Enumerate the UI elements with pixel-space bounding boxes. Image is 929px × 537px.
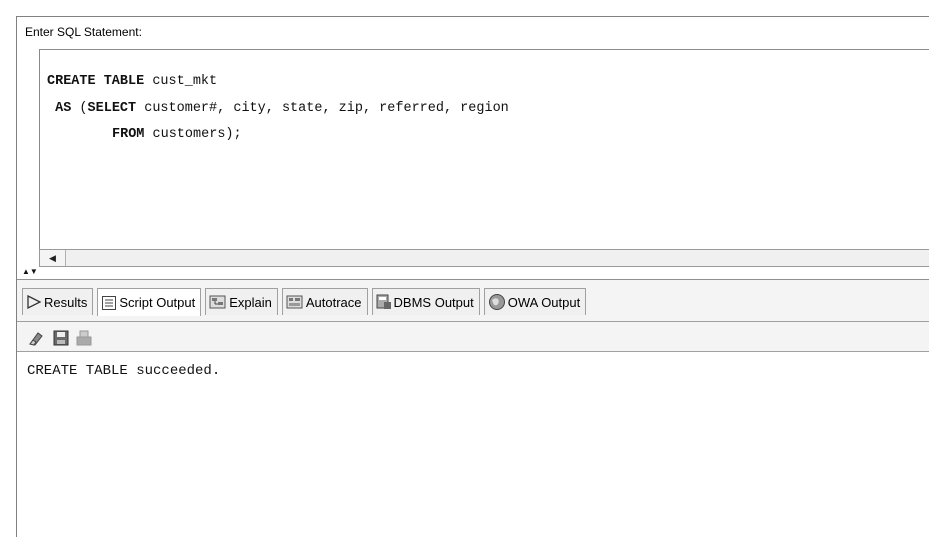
code-line-3: FROM customers); bbox=[112, 127, 242, 142]
code-text: customer#, city, state, zip, referred, r… bbox=[136, 101, 509, 116]
output-tab-bar: Results Script Output Explain Autotrace bbox=[17, 280, 929, 322]
tab-autotrace[interactable]: Autotrace bbox=[281, 288, 368, 315]
tab-label: DBMS Output bbox=[393, 294, 474, 310]
script-output-icon bbox=[101, 295, 117, 311]
tab-owa-output[interactable]: OWA Output bbox=[483, 288, 587, 315]
code-line-2: AS (SELECT customer#, city, state, zip, … bbox=[47, 101, 509, 116]
code-keyword: FROM bbox=[112, 127, 145, 142]
code-line-1: CREATE TABLE cust_mkt bbox=[47, 74, 217, 89]
sql-worksheet-panel: Enter SQL Statement: CREATE TABLE cust_m… bbox=[16, 16, 929, 537]
scroll-left-icon[interactable]: ◀ bbox=[40, 250, 66, 266]
results-arrow-icon bbox=[26, 294, 42, 310]
tab-label: Autotrace bbox=[305, 294, 362, 310]
explain-icon bbox=[209, 294, 227, 310]
dbms-output-icon bbox=[376, 294, 392, 310]
sql-statement-label: Enter SQL Statement: bbox=[25, 25, 142, 39]
code-keyword: CREATE TABLE bbox=[47, 74, 145, 89]
print-icon[interactable] bbox=[75, 329, 93, 347]
sql-editor[interactable]: CREATE TABLE cust_mkt AS (SELECT custome… bbox=[39, 49, 929, 249]
tab-label: Script Output bbox=[119, 295, 196, 310]
tab-explain[interactable]: Explain bbox=[205, 288, 278, 315]
owa-output-icon bbox=[488, 293, 506, 311]
code-text: customers); bbox=[144, 127, 242, 142]
splitter-down-icon[interactable]: ▼ bbox=[30, 267, 38, 276]
autotrace-icon bbox=[286, 294, 304, 310]
tab-dbms-output[interactable]: DBMS Output bbox=[371, 288, 480, 315]
tab-results[interactable]: Results bbox=[22, 288, 94, 315]
eraser-icon[interactable] bbox=[27, 329, 45, 347]
horizontal-scrollbar[interactable]: ◀ bbox=[39, 249, 929, 267]
output-message: CREATE TABLE succeeded. bbox=[27, 363, 221, 379]
save-icon[interactable] bbox=[52, 329, 70, 347]
code-keyword: AS bbox=[55, 101, 72, 116]
code-text: ( bbox=[71, 101, 88, 116]
output-toolbar bbox=[17, 322, 929, 352]
tab-label: Explain bbox=[229, 294, 272, 310]
script-output-area[interactable]: CREATE TABLE succeeded. bbox=[17, 353, 929, 537]
code-keyword: SELECT bbox=[87, 101, 137, 116]
tab-label: Results bbox=[44, 294, 88, 310]
tab-label: OWA Output bbox=[507, 294, 581, 310]
splitter-up-icon[interactable]: ▲ bbox=[22, 267, 30, 276]
tab-script-output[interactable]: Script Output bbox=[97, 288, 202, 316]
code-text: cust_mkt bbox=[144, 74, 218, 89]
